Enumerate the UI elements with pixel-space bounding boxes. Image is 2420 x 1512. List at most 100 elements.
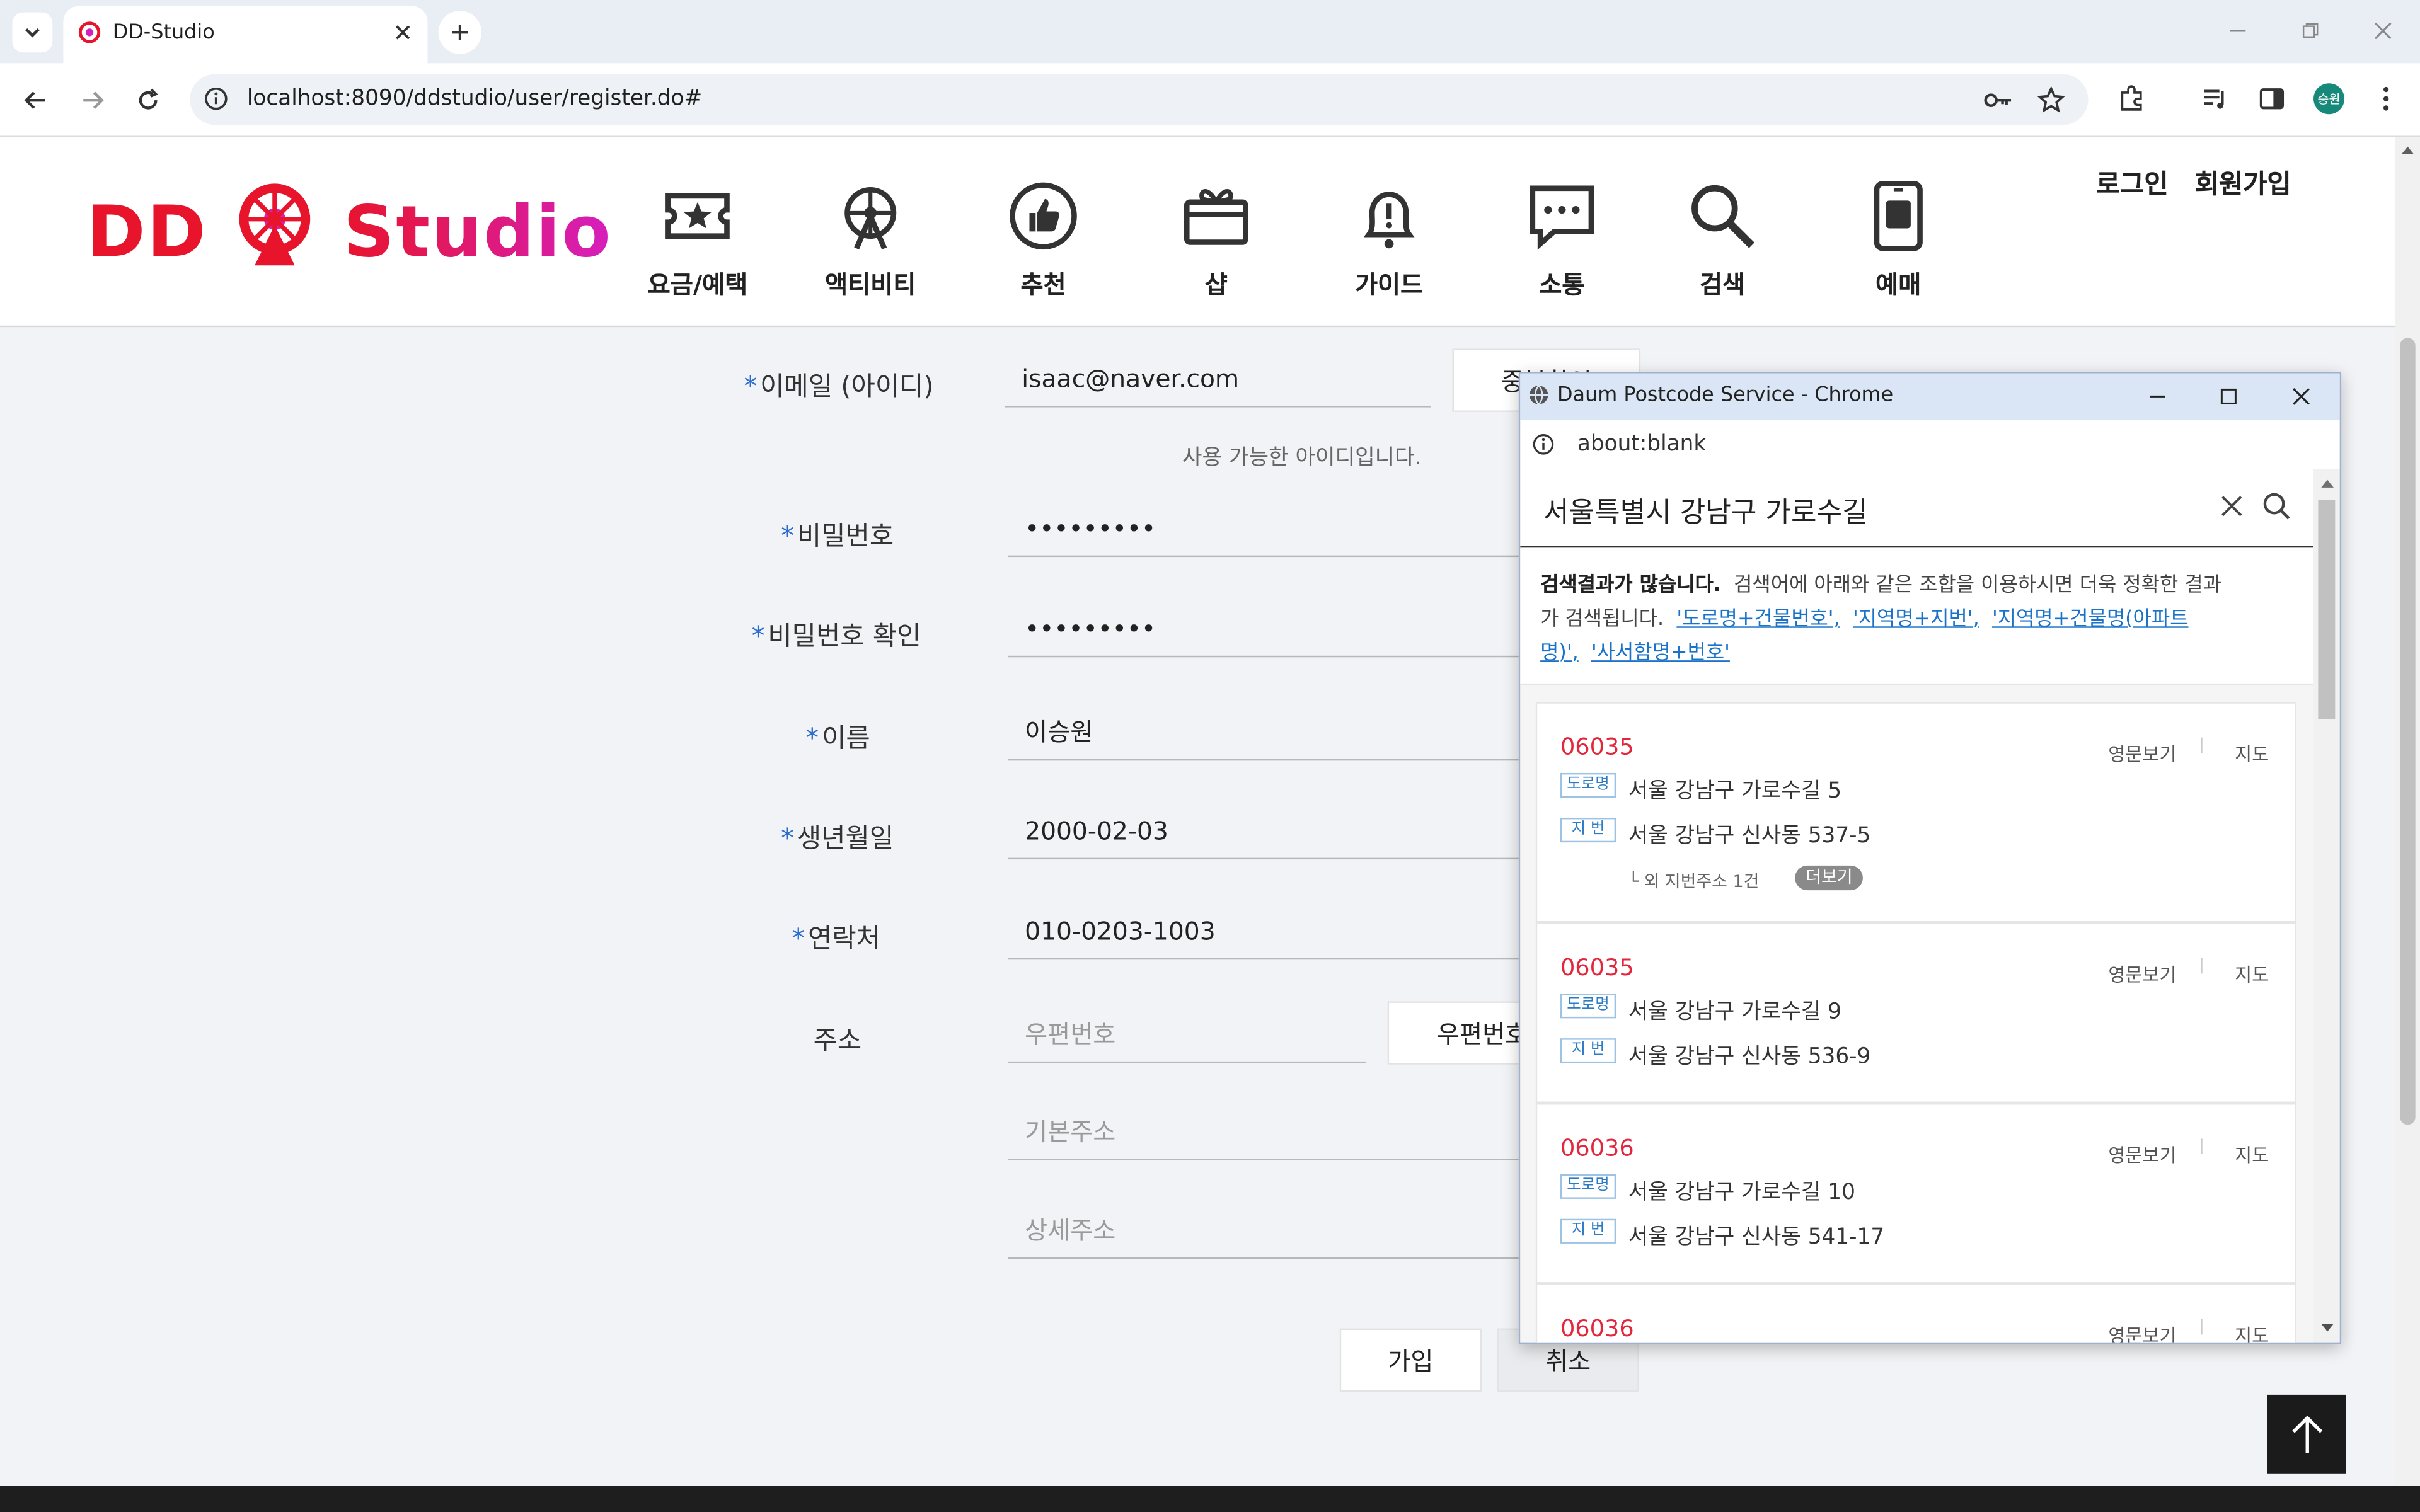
- more-button[interactable]: 더보기: [1795, 865, 1864, 891]
- map-link[interactable]: 지도: [2235, 961, 2269, 988]
- scroll-up-arrow-icon[interactable]: [2401, 146, 2414, 154]
- english-view-link[interactable]: 영문보기: [2108, 1142, 2176, 1168]
- password-key-icon[interactable]: [1983, 85, 2014, 116]
- nav-recommend[interactable]: 추천: [974, 181, 1112, 301]
- signup-link[interactable]: 회원가입: [2194, 162, 2291, 200]
- reload-icon[interactable]: [131, 83, 165, 117]
- email-status-text: 사용 가능한 아이디입니다.: [1182, 445, 1422, 471]
- globe-icon: [1526, 382, 1551, 407]
- popup-scroll-up-arrow-icon[interactable]: [2321, 479, 2334, 488]
- jibun-address[interactable]: 서울 강남구 신사동 537-5: [1628, 819, 1871, 850]
- site-info-icon[interactable]: [202, 85, 230, 113]
- notice-text-2: 가 검색됩니다.: [1540, 607, 1664, 631]
- tab-close-icon[interactable]: [391, 20, 415, 45]
- search-notice: 검색결과가 많습니다. 검색어에 아래와 같은 조합을 이용하시면 더욱 정확한…: [1520, 547, 2314, 685]
- back-arrow-icon[interactable]: [18, 83, 52, 117]
- jibun-address[interactable]: 서울 강남구 신사동 541-17: [1628, 1220, 1884, 1251]
- hint-link-pobox[interactable]: '사서함명+번호': [1591, 642, 1730, 665]
- browser-tab[interactable]: DD-Studio: [63, 6, 428, 64]
- popup-scroll-down-arrow-icon[interactable]: [2321, 1324, 2334, 1332]
- link-divider: [2201, 958, 2203, 974]
- link-divider: [2201, 1138, 2203, 1154]
- window-restore-icon[interactable]: [2295, 15, 2326, 46]
- profile-initials: 승원: [2317, 91, 2341, 106]
- jibun-tag: 지 번: [1560, 1218, 1616, 1244]
- bookmark-star-icon[interactable]: [2034, 83, 2068, 117]
- popup-scrollbar-thumb[interactable]: [2318, 500, 2336, 719]
- popup-scrollbar[interactable]: [2313, 469, 2340, 1343]
- phone-field[interactable]: 010-0203-1003: [1008, 904, 1521, 960]
- login-link[interactable]: 로그인: [2096, 162, 2169, 200]
- postcode-search-input[interactable]: 서울특별시 강남구 가로수길: [1543, 491, 1868, 531]
- result-zipcode[interactable]: 06036: [1560, 1315, 1634, 1343]
- page-scrollbar-thumb[interactable]: [2400, 338, 2416, 1125]
- submit-button[interactable]: 가입: [1339, 1328, 1482, 1392]
- english-view-link[interactable]: 영문보기: [2108, 741, 2176, 767]
- scroll-to-top-button[interactable]: [2267, 1394, 2346, 1474]
- name-field[interactable]: 이승원: [1008, 705, 1521, 761]
- detail-address-field[interactable]: 상세주소: [1008, 1203, 1521, 1259]
- hint-link-road[interactable]: '도로명+건물번호',: [1676, 608, 1840, 631]
- nav-activity[interactable]: 액티비티: [801, 181, 940, 301]
- result-item[interactable]: 06035 영문보기 지도 도로명 서울 강남구 가로수길 5 지 번 서울 강…: [1535, 702, 2297, 923]
- result-zipcode[interactable]: 06035: [1560, 953, 1634, 981]
- jibun-tag: 지 번: [1560, 1038, 1616, 1063]
- address-bar[interactable]: localhost:8090/ddstudio/user/register.do…: [190, 74, 2089, 125]
- nav-guide[interactable]: 가이드: [1320, 181, 1458, 301]
- map-link[interactable]: 지도: [2235, 1322, 2269, 1343]
- result-item[interactable]: 06036 영문보기 지도 도로명 서울 강남구 가로수길 10 지 번 서울 …: [1535, 1103, 2297, 1284]
- result-zipcode[interactable]: 06035: [1560, 733, 1634, 760]
- popup-minimize-icon[interactable]: [2144, 382, 2172, 410]
- tab-list-chevron-icon[interactable]: [12, 12, 53, 53]
- page-scrollbar[interactable]: [2395, 137, 2420, 1487]
- password-confirm-field[interactable]: •••••••••: [1008, 602, 1521, 658]
- birth-field[interactable]: 2000-02-03: [1008, 804, 1521, 860]
- email-field[interactable]: isaac@naver.com: [1005, 352, 1431, 408]
- road-address[interactable]: 서울 강남구 가로수길 9: [1628, 995, 1841, 1026]
- window-close-icon[interactable]: [2368, 15, 2399, 46]
- hint-link-building[interactable]: '지역명+건물명(아파트: [1992, 608, 2188, 631]
- url-text: localhost:8090/ddstudio/user/register.do…: [246, 86, 703, 112]
- result-item[interactable]: 06036 영문보기 지도: [1535, 1283, 2297, 1343]
- jibun-address[interactable]: 서울 강남구 신사동 536-9: [1628, 1040, 1871, 1071]
- english-view-link[interactable]: 영문보기: [2108, 961, 2176, 988]
- result-item[interactable]: 06035 영문보기 지도 도로명 서울 강남구 가로수길 9 지 번 서울 강…: [1535, 922, 2297, 1104]
- site-logo[interactable]: DD Studio: [86, 179, 612, 273]
- hint-link-region[interactable]: '지역명+지번',: [1853, 608, 1979, 631]
- email-label: * 이메일 (아이디): [744, 372, 934, 403]
- popup-maximize-icon[interactable]: [2215, 382, 2242, 410]
- more-jibun-text: └ 외 지번주소 1건: [1628, 871, 1760, 892]
- new-tab-icon[interactable]: [438, 11, 482, 54]
- search-clear-icon[interactable]: [2218, 492, 2245, 520]
- bell-alert-icon: [1363, 192, 1415, 249]
- road-address[interactable]: 서울 강남구 가로수길 5: [1628, 774, 1841, 805]
- nav-booking[interactable]: 예매: [1829, 181, 1968, 301]
- nav-pricing[interactable]: 요금/예택: [628, 181, 767, 301]
- result-zipcode[interactable]: 06036: [1560, 1134, 1634, 1162]
- profile-avatar[interactable]: 승원: [2313, 83, 2345, 115]
- english-view-link[interactable]: 영문보기: [2108, 1322, 2176, 1343]
- name-label: * 이름: [805, 723, 870, 755]
- base-address-field[interactable]: 기본주소: [1008, 1104, 1521, 1160]
- map-link[interactable]: 지도: [2235, 1142, 2269, 1168]
- popup-info-icon[interactable]: [1531, 432, 1555, 457]
- browser-menu-icon[interactable]: [2371, 82, 2402, 116]
- search-icon[interactable]: [2261, 491, 2292, 522]
- zipcode-field[interactable]: 우편번호: [1008, 1007, 1366, 1063]
- media-controls-icon[interactable]: [2198, 82, 2232, 116]
- side-panel-icon[interactable]: [2255, 82, 2289, 116]
- link-divider: [2201, 1319, 2203, 1335]
- road-address[interactable]: 서울 강남구 가로수길 10: [1628, 1176, 1855, 1206]
- hint-link-building-2[interactable]: 명)',: [1540, 642, 1579, 665]
- popup-close-icon[interactable]: [2287, 382, 2315, 410]
- notice-text: 검색어에 아래와 같은 조합을 이용하시면 더욱 정확한 결과: [1734, 574, 2221, 597]
- extensions-puzzle-icon[interactable]: [2114, 82, 2148, 116]
- window-minimize-icon[interactable]: [2223, 15, 2254, 46]
- password-field[interactable]: •••••••••: [1008, 501, 1521, 558]
- nav-shop[interactable]: 샵: [1147, 181, 1286, 301]
- nav-community[interactable]: 소통: [1492, 181, 1631, 301]
- popup-title: Daum Postcode Service - Chrome: [1557, 384, 1894, 408]
- nav-search[interactable]: 검색: [1653, 181, 1792, 301]
- map-link[interactable]: 지도: [2235, 741, 2269, 767]
- forward-arrow-icon[interactable]: [76, 83, 110, 117]
